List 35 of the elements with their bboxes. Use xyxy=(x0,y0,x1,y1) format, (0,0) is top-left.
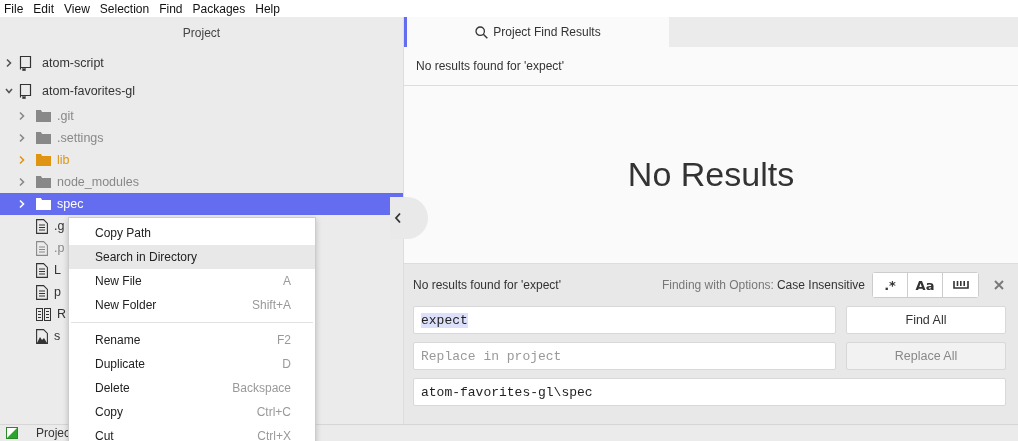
menu-label: Rename xyxy=(95,333,141,347)
file-name: R xyxy=(57,307,67,321)
options-value: Case Insensitive xyxy=(776,278,865,292)
file-name: .settings xyxy=(57,131,104,145)
menu-label: Copy xyxy=(95,405,123,419)
shortcut: Backspace xyxy=(232,381,291,395)
file-name: .g xyxy=(54,219,65,233)
menu-label: New Folder xyxy=(95,298,157,312)
menu-label: Cut xyxy=(95,429,114,441)
shortcut: Ctrl+X xyxy=(257,429,291,441)
file-name: .git xyxy=(57,109,74,123)
shortcut: F2 xyxy=(277,333,291,347)
shortcut: Ctrl+C xyxy=(256,405,291,419)
menu-label: Delete xyxy=(95,381,130,395)
panel-title: Project xyxy=(181,25,222,42)
menu-label: New File xyxy=(95,274,142,288)
file-name: p xyxy=(54,285,61,299)
empty-message: No Results xyxy=(627,155,795,194)
file-name: spec xyxy=(57,197,84,211)
menu-label: Copy Path xyxy=(95,226,152,240)
tab-label: Project Find Results xyxy=(493,25,601,39)
file-name: lib xyxy=(57,153,70,167)
file-name: s xyxy=(54,329,61,343)
shortcut: Shift+A xyxy=(251,298,291,312)
shortcut: D xyxy=(282,357,291,371)
project-name: atom-script xyxy=(42,56,104,70)
find-summary: No results found for 'expect' xyxy=(413,278,561,292)
shortcut: A xyxy=(283,274,291,288)
file-name: node_modules xyxy=(57,175,139,189)
file-name: .p xyxy=(54,241,65,255)
file-name: L xyxy=(54,263,61,277)
menu-label: Search in Directory xyxy=(95,250,198,264)
project-name: atom-favorites-gl xyxy=(42,84,136,98)
options-label: Finding with Options: xyxy=(661,278,774,292)
menu-label: Duplicate xyxy=(95,357,146,371)
